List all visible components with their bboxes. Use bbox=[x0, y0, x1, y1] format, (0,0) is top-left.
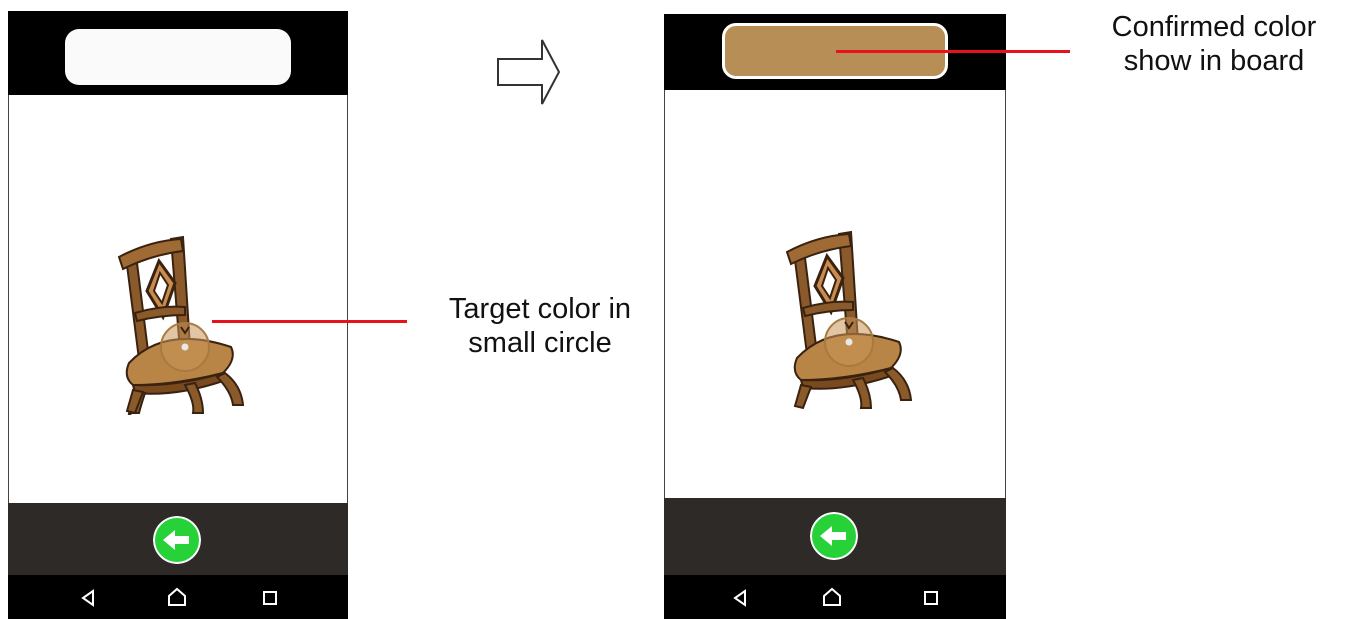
canvas-area[interactable] bbox=[8, 95, 348, 503]
recents-icon[interactable] bbox=[259, 587, 281, 609]
phone-screen-after bbox=[664, 14, 1006, 619]
chair-image[interactable] bbox=[105, 235, 255, 415]
top-bar bbox=[8, 11, 348, 95]
confirmed-annotation-line2: show in board bbox=[1123, 45, 1305, 77]
home-icon[interactable] bbox=[821, 586, 843, 608]
bottom-bar bbox=[664, 498, 1006, 575]
nav-back-icon[interactable] bbox=[78, 587, 100, 609]
canvas-area[interactable] bbox=[664, 90, 1006, 498]
confirmed-annotation: Confirmed color show in board bbox=[1080, 10, 1348, 78]
right-arrow-icon bbox=[497, 39, 561, 105]
navigation-bar bbox=[664, 575, 1006, 619]
target-annotation: Target color in small circle bbox=[415, 292, 665, 360]
color-picker-circle-icon bbox=[160, 322, 210, 372]
color-board bbox=[65, 29, 291, 85]
bottom-bar bbox=[8, 503, 348, 575]
color-picker-circle-icon bbox=[824, 317, 874, 367]
phone-screen-before bbox=[8, 11, 348, 619]
target-annotation-line2: small circle bbox=[468, 327, 612, 359]
nav-back-icon[interactable] bbox=[730, 587, 752, 609]
confirmed-pointer-line bbox=[836, 50, 1070, 53]
target-annotation-line1: Target color in bbox=[448, 293, 632, 325]
confirmed-annotation-line1: Confirmed color bbox=[1111, 11, 1317, 43]
chair-image[interactable] bbox=[773, 230, 923, 410]
back-button[interactable] bbox=[153, 516, 201, 564]
navigation-bar bbox=[8, 575, 348, 619]
home-icon[interactable] bbox=[166, 586, 188, 608]
target-pointer-line bbox=[212, 320, 407, 323]
back-button[interactable] bbox=[810, 512, 858, 560]
recents-icon[interactable] bbox=[920, 587, 942, 609]
